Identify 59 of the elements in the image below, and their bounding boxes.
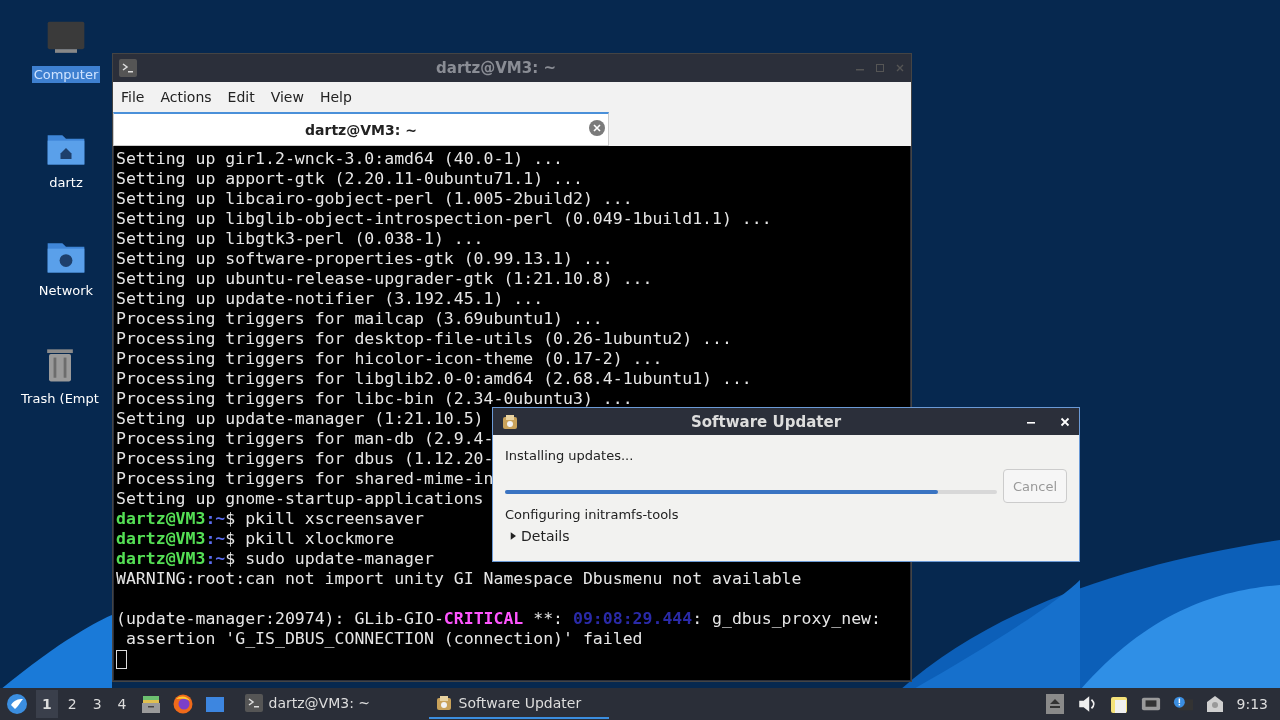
- workspace-button[interactable]: 3: [86, 690, 108, 718]
- menu-item[interactable]: Help: [313, 87, 358, 107]
- terminal-tab[interactable]: dartz@VM3: ~: [113, 112, 609, 146]
- terminal-line: Processing triggers for man-db (2.9.4-: [116, 429, 494, 448]
- terminal-icon: [244, 694, 263, 712]
- menu-item[interactable]: View: [264, 87, 310, 107]
- terminal-line: Setting up libcairo-gobject-perl (1.005-2build2) ...: [116, 189, 633, 208]
- taskbar-button[interactable]: Software Updater: [428, 689, 609, 719]
- clock[interactable]: 9:13: [1236, 696, 1268, 712]
- close-icon[interactable]: [1059, 415, 1071, 428]
- menu-item[interactable]: Actions: [154, 87, 218, 107]
- terminal-line: Setting up gnome-startup-applications: [116, 489, 484, 508]
- workspace-button[interactable]: 4: [111, 690, 133, 718]
- terminal-line: WARNING:root:can not import unity GI Namespace Dbusmenu not available: [116, 569, 802, 588]
- terminal-line: Setting up libgtk3-perl (0.038-1) ...: [116, 229, 484, 248]
- terminal-line: Processing triggers for desktop-file-utils (0.26-1ubuntu2) ...: [116, 329, 732, 348]
- terminal-line: (update-manager:20974): GLib-GIO-CRITICAL **: 09:08:29.444: g_dbus_proxy_new:: [116, 609, 881, 628]
- terminal-line: dartz@VM3:~$ sudo update-manager: [116, 549, 434, 568]
- terminal-line: Setting up libglib-object-introspection-perl (0.049-1build1.1) ...: [116, 209, 772, 228]
- terminal-line: dartz@VM3:~$ pkill xscreensaver: [116, 509, 424, 528]
- terminal-line: Setting up update-manager (1:21.10.5): [116, 409, 484, 428]
- window-title: dartz@VM3: ~: [435, 59, 557, 77]
- browser-icon[interactable]: [171, 693, 194, 715]
- notes-icon[interactable]: [1108, 694, 1129, 714]
- terminal-line: Processing triggers for mailcap (3.69ubuntu1) ...: [116, 309, 603, 328]
- terminal-line: Processing triggers for hicolor-icon-theme (0.17-2) ...: [116, 349, 663, 368]
- terminal-line: Setting up update-notifier (3.192.45.1) ...: [116, 289, 544, 308]
- eject-icon[interactable]: [1044, 694, 1065, 714]
- expander-arrow-icon: [510, 531, 516, 541]
- terminal-line: Setting up software-properties-gtk (0.99.13.1) ...: [116, 249, 613, 268]
- workspace-button[interactable]: 2: [61, 690, 83, 718]
- window-title: Software Updater: [689, 412, 843, 431]
- terminal-line: Setting up apport-gtk (2.20.11-0ubuntu71.1) ...: [116, 169, 583, 188]
- icon-label[interactable]: dartz: [47, 174, 85, 191]
- icon-label[interactable]: Network: [36, 282, 96, 299]
- terminal-line: assertion 'G_IS_DBUS_CONNECTION (connection)' failed: [124, 629, 643, 648]
- terminal-line: dartz@VM3:~$ pkill xlockmore: [116, 529, 395, 548]
- terminal-line: Processing triggers for dbus (1.12.20-: [116, 449, 494, 468]
- terminal-line: Setting up ubuntu-release-upgrader-gtk (1:21.10.8) ...: [116, 269, 653, 288]
- package-icon: [434, 694, 453, 712]
- terminal-line: Processing triggers for libglib2.0-0:amd64 (2.68.4-1ubuntu1) ...: [116, 369, 752, 388]
- mail-icon[interactable]: [1204, 694, 1225, 714]
- status-text: Installing updates...: [505, 448, 635, 463]
- terminal-line: Setting up gir1.2-wnck-3.0:amd64 (40.0-1) ...: [116, 149, 564, 168]
- menu-item[interactable]: File: [115, 87, 151, 107]
- details-expander[interactable]: Details: [505, 528, 570, 544]
- start-menu-icon[interactable]: [6, 693, 28, 715]
- terminal-icon: [119, 59, 137, 77]
- menu-item[interactable]: Edit: [221, 87, 261, 107]
- file-cabinet-icon[interactable]: [139, 693, 162, 715]
- terminal-line: Processing triggers for libc-bin (2.34-0ubuntu3) ...: [116, 389, 633, 408]
- taskbar-button[interactable]: dartz@VM3: ~: [238, 689, 419, 719]
- workspace-button[interactable]: 1: [36, 690, 58, 718]
- text-cursor: [116, 650, 127, 669]
- volume-icon[interactable]: [1076, 694, 1097, 714]
- terminal-line: Processing triggers for shared-mime-in: [116, 469, 494, 488]
- detail-text: Configuring initramfs-tools: [505, 507, 680, 522]
- package-icon: [501, 412, 519, 431]
- icon-label[interactable]: Trash (Empt: [19, 390, 101, 407]
